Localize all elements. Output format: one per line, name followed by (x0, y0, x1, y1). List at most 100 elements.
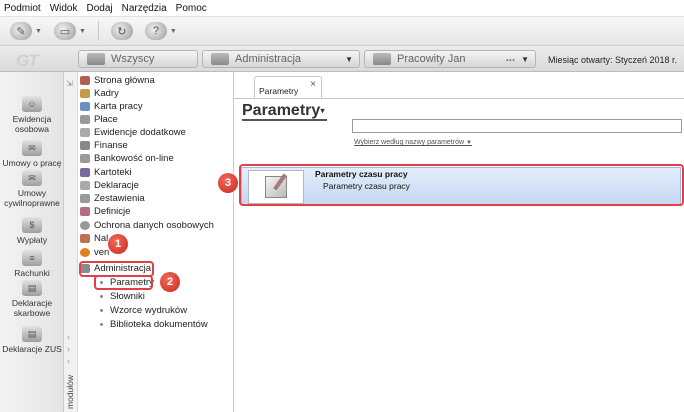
page-title[interactable]: Parametry▾ (242, 102, 327, 122)
tree-sub-slowniki[interactable]: Słowniki (100, 290, 145, 302)
tree-item-kadry[interactable]: Kadry (80, 87, 119, 99)
contract-icon: ✉ (22, 170, 42, 186)
chevron-down-icon: ▼ (345, 55, 353, 64)
leftbar-deklaracje-zus[interactable]: ▤ Deklaracje ZUS (0, 326, 64, 354)
payments-icon: $ (22, 217, 42, 233)
leftbar-umowy-cywilnoprawne[interactable]: ✉ Umowy cywilnoprawne (0, 170, 64, 208)
menu-podmiot[interactable]: Podmiot (4, 3, 41, 14)
tree-item-ven[interactable]: ven (80, 246, 109, 258)
tree-item-place[interactable]: Płace (80, 113, 118, 125)
annotation-badge-2: 2 (160, 272, 180, 292)
refresh-icon: ↻ (110, 22, 133, 40)
tree-item-zestawienia[interactable]: Zestawienia (80, 192, 145, 204)
modules-panel: ⇲ › › › modułów Strona główna Kadry Kart… (64, 72, 234, 412)
leftbar-rachunki[interactable]: ≡ Rachunki (0, 250, 64, 278)
bullet-icon (100, 294, 103, 298)
tree-item-nal[interactable]: Nal (80, 232, 108, 244)
tree-item-strona-glowna[interactable]: Strona główna (80, 74, 155, 86)
context-tab-administracja[interactable]: Administracja ▼ (202, 50, 360, 68)
annotation-badge-1: 1 (108, 234, 128, 254)
help-button[interactable]: ? ▼ (144, 22, 177, 40)
leftbar-umowy-o-prace[interactable]: ✉ Umowy o pracę (0, 140, 64, 168)
document-icon (80, 233, 90, 243)
context-tab-wszyscy[interactable]: Wszyscy (78, 50, 198, 68)
people-icon (87, 53, 105, 65)
zus-declaration-icon: ▤ (22, 326, 42, 342)
tree-item-label: Ewidencje dodatkowe (94, 126, 186, 138)
register-icon (80, 127, 90, 137)
pin-icon[interactable]: ⇲ (66, 79, 73, 88)
close-icon[interactable]: × (310, 79, 316, 90)
leftbar-label: Umowy cywilnoprawne (4, 188, 60, 208)
tab-parametry[interactable]: Parametry × (254, 76, 322, 98)
tree-item-label: Nal (94, 232, 109, 244)
chevron-down-icon: ▼ (35, 27, 42, 35)
refresh-button[interactable]: ↻ (110, 22, 133, 40)
tree-item-definicje[interactable]: Definicje (80, 205, 130, 217)
card-icon (80, 101, 90, 111)
leftbar-label: Wypłaty (16, 235, 48, 245)
wallet-icon (80, 114, 90, 124)
tree-item-label: Płace (94, 113, 118, 125)
tree-item-kartoteki[interactable]: Kartoteki (80, 166, 132, 178)
chevron-down-icon: ▾ (320, 105, 325, 116)
tree-item-finanse[interactable]: Finanse (80, 139, 128, 151)
tree-item-ochrona-danych[interactable]: Ochrona danych osobowych (80, 219, 214, 231)
tree-sub-label: Wzorce wydruków (110, 304, 188, 316)
tree-sub-wzorce-wydrukow[interactable]: Wzorce wydruków (100, 304, 187, 316)
tree-item-label: Strona główna (94, 74, 155, 86)
circle-icon (80, 247, 90, 257)
tree-item-bankowosc[interactable]: Bankowość on-line (80, 152, 174, 164)
people-icon (211, 53, 229, 65)
context-tab-label: Wszyscy (111, 53, 155, 65)
tree-sub-biblioteka-dokumentow[interactable]: Biblioteka dokumentów (100, 318, 208, 330)
search-input[interactable] (352, 119, 682, 133)
tree-item-label: Bankowość on-line (94, 152, 174, 164)
tree-item-label: Finanse (94, 139, 128, 151)
menu-pomoc[interactable]: Pomoc (176, 3, 207, 14)
toolbar-separator (97, 21, 99, 41)
chevron-down-icon: ▼ (466, 140, 472, 146)
context-tab-label: Administracja (235, 53, 302, 65)
chevron-down-icon: ▼ (78, 27, 86, 35)
help-icon: ? (144, 22, 167, 40)
page-title-text: Parametry (242, 102, 321, 119)
person-card-icon: ☺ (22, 96, 42, 112)
finance-icon (80, 140, 90, 150)
modules-strip[interactable]: ⇲ › › › modułów (64, 72, 78, 412)
leftbar-label: Deklaracje ZUS (2, 344, 62, 354)
chevron-right-icon: › (67, 332, 70, 342)
chevron-down-icon: ▼ (169, 27, 177, 35)
menu-widok[interactable]: Widok (50, 3, 78, 14)
menu-dodaj[interactable]: Dodaj (86, 3, 112, 14)
tree-item-karta-pracy[interactable]: Karta pracy (80, 100, 143, 112)
tree-item-label: Kartoteki (94, 166, 132, 178)
open-month-label: Miesiąc otwarty: Styczeń 2018 r. (548, 55, 678, 65)
bullet-icon (100, 322, 103, 326)
tree-item-label: Zestawienia (94, 192, 145, 204)
chevron-right-icon: › (67, 344, 70, 354)
leftbar-wyplaty[interactable]: $ Wypłaty (0, 217, 64, 245)
menu-narzedzia[interactable]: Narzędzia (122, 3, 167, 14)
tree-item-label: Deklaracje (94, 179, 139, 191)
open-button[interactable]: ▭ ▼ (53, 22, 86, 40)
bank-icon (80, 153, 90, 163)
contract-icon: ✉ (22, 140, 42, 156)
shield-icon (80, 220, 90, 230)
annotation-badge-3: 3 (218, 173, 238, 193)
context-tab-employee[interactable]: Pracowity Jan ... ▼ (364, 50, 536, 68)
bullet-icon (100, 308, 103, 312)
tab-label: Parametry (259, 86, 299, 96)
search-hint-link[interactable]: Wybierz według nazwy parametrów ▼ (354, 139, 472, 146)
more-dots: ... (505, 52, 515, 64)
leftbar-label: Rachunki (14, 268, 50, 278)
tree-item-ewidencje-dodatkowe[interactable]: Ewidencje dodatkowe (80, 126, 186, 138)
new-button[interactable]: ✎ ▼ (10, 22, 42, 40)
leftbar-deklaracje-skarbowe[interactable]: ▤ Deklaracje skarbowe (0, 280, 64, 318)
tree-item-label: Definicje (94, 205, 131, 217)
home-icon (80, 75, 90, 85)
leftbar-ewidencja-osobowa[interactable]: ☺ Ewidencja osobowa (0, 96, 64, 134)
new-document-icon: ✎ (10, 22, 32, 40)
tree-item-deklaracje[interactable]: Deklaracje (80, 179, 139, 191)
definitions-icon (80, 206, 90, 216)
